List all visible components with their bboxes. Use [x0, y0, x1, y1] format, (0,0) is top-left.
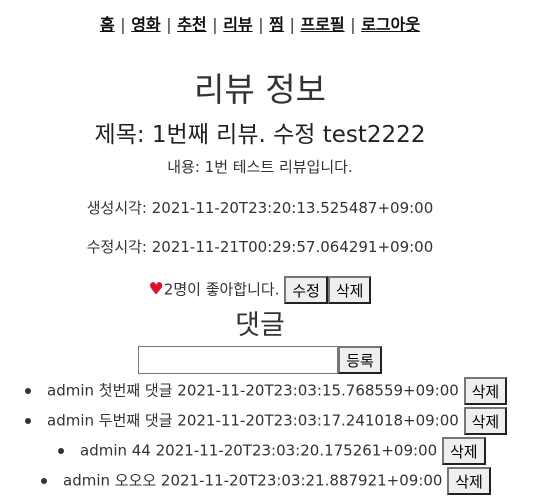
likes-count-text: 2명이 좋아합니다. [163, 280, 280, 299]
comment-text: admin 첫번째 댓글 2021-11-20T23:03:15.768559+… [47, 381, 459, 400]
delete-review-button[interactable]: 삭제 [327, 276, 372, 304]
likes-row: ♥2명이 좋아합니다. 수정 삭제 [0, 276, 520, 304]
comment-item: admin 44 2021-11-20T23:03:20.175261+09:0… [58, 437, 486, 465]
top-navigation: 홈 | 영화 | 추천 | 리뷰 | 찜 | 프로필 | 로그아웃 [0, 11, 520, 35]
bullet-icon [25, 418, 31, 424]
comment-delete-button[interactable]: 삭제 [463, 407, 508, 435]
nav-link-logout[interactable]: 로그아웃 [361, 15, 420, 34]
comment-text: admin 44 2021-11-20T23:03:20.175261+09:0… [80, 441, 438, 460]
nav-separator: | [289, 15, 295, 34]
nav-link-reviews[interactable]: 리뷰 [223, 15, 252, 34]
review-content: 내용: 1번 테스트 리뷰입니다. [167, 158, 353, 176]
comment-delete-button[interactable]: 삭제 [463, 377, 508, 405]
comment-form: 등록 [0, 346, 520, 374]
comment-delete-button[interactable]: 삭제 [447, 467, 491, 495]
comments-heading: 댓글 [235, 310, 285, 341]
bullet-icon [58, 448, 64, 454]
comment-delete-button[interactable]: 삭제 [441, 437, 486, 465]
review-title: 제목: 1번째 리뷰. 수정 test2222 [94, 122, 426, 148]
nav-separator: | [166, 15, 172, 34]
bullet-icon [25, 388, 31, 394]
nav-separator: | [258, 15, 264, 34]
heart-icon[interactable]: ♥ [149, 280, 164, 300]
comment-text: admin 오오오 2021-11-20T23:03:21.887921+09:… [63, 471, 443, 490]
nav-link-movies[interactable]: 영화 [131, 15, 160, 34]
comment-item: admin 첫번째 댓글 2021-11-20T23:03:15.768559+… [25, 377, 508, 405]
nav-link-wishlist[interactable]: 찜 [269, 15, 284, 34]
comment-submit-button[interactable]: 등록 [338, 346, 382, 374]
comment-input[interactable] [138, 346, 339, 374]
nav-separator: | [350, 15, 356, 34]
review-created-at: 생성시각: 2021-11-20T23:20:13.525487+09:00 [86, 199, 434, 217]
review-updated-at: 수정시각: 2021-11-21T00:29:57.064291+09:00 [86, 238, 434, 256]
comment-item: admin 오오오 2021-11-20T23:03:21.887921+09:… [41, 467, 491, 495]
page-title: 리뷰 정보 [194, 70, 326, 109]
comment-text: admin 두번째 댓글 2021-11-20T23:03:17.241018+… [47, 411, 459, 430]
nav-separator: | [212, 15, 218, 34]
edit-review-button[interactable]: 수정 [284, 276, 328, 304]
nav-link-recommend[interactable]: 추천 [177, 15, 206, 34]
nav-link-profile[interactable]: 프로필 [300, 15, 344, 34]
bullet-icon [41, 478, 47, 484]
nav-link-home[interactable]: 홈 [100, 15, 115, 34]
comment-item: admin 두번째 댓글 2021-11-20T23:03:17.241018+… [25, 407, 508, 435]
nav-separator: | [120, 15, 126, 34]
